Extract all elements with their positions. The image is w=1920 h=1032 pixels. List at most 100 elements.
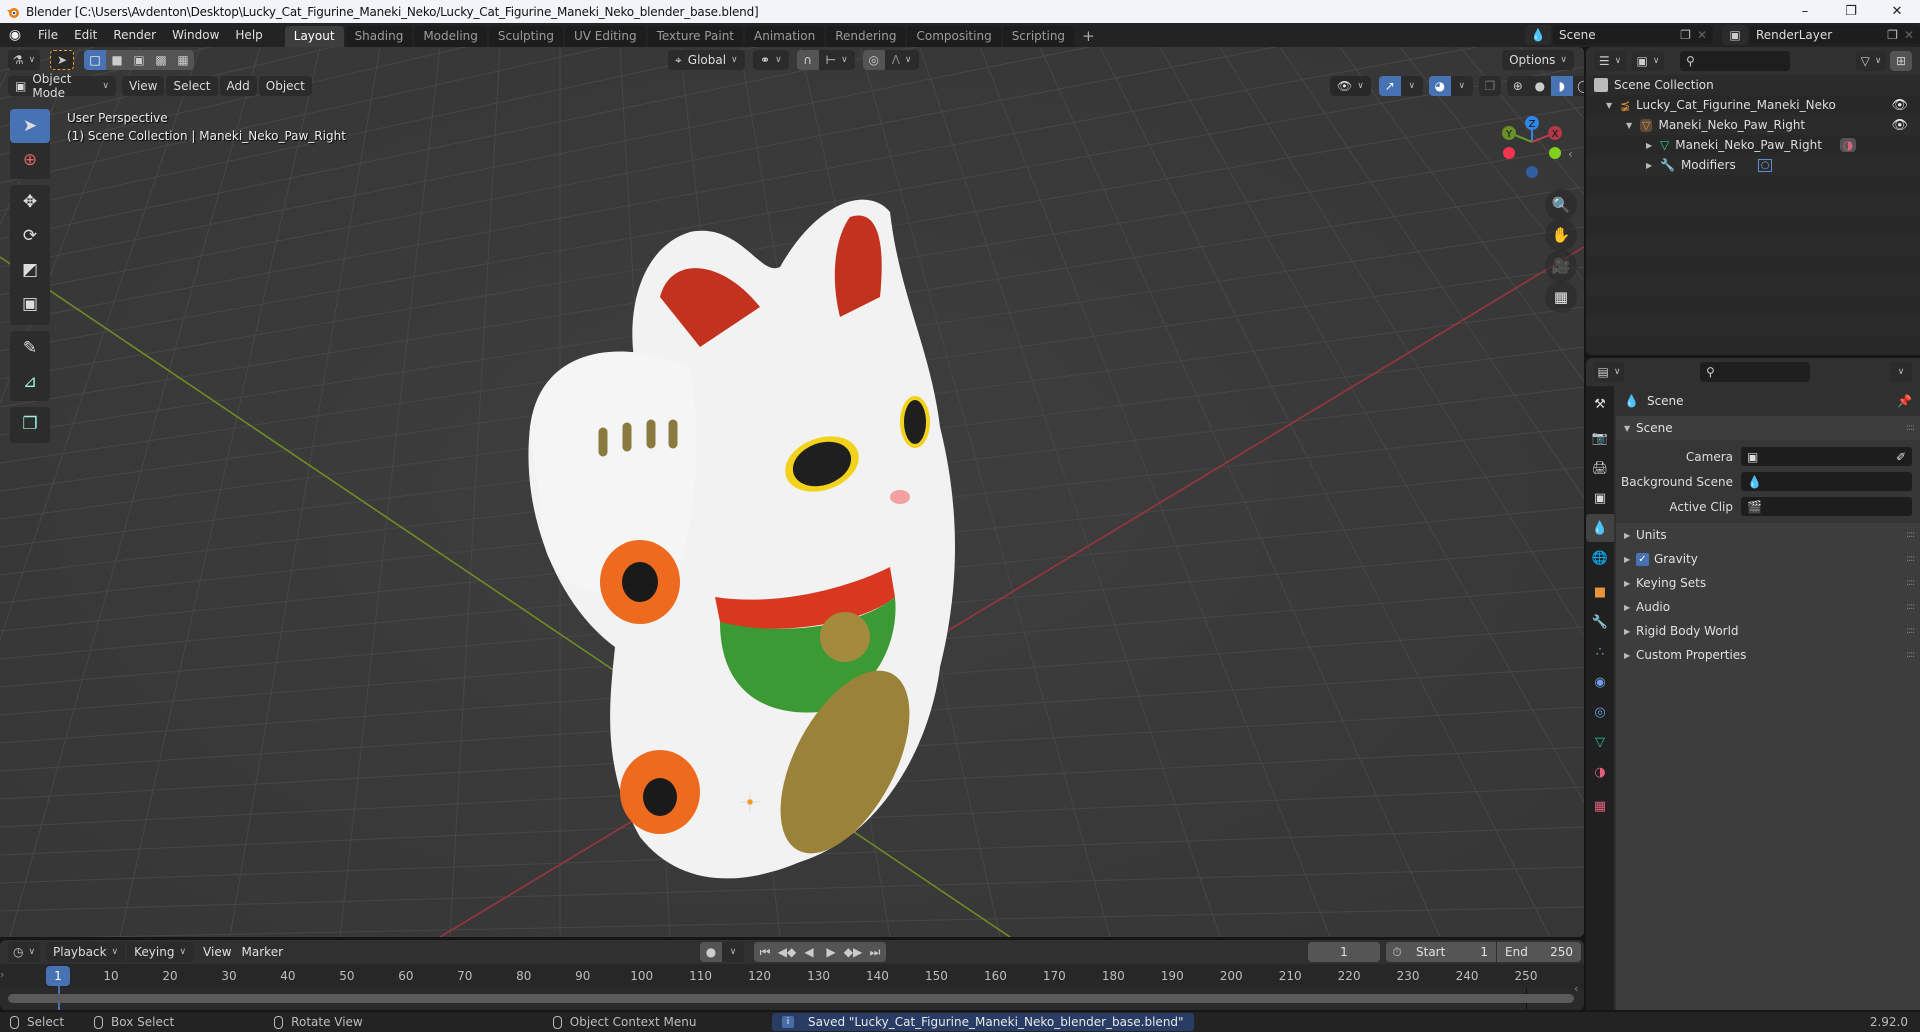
properties-options-dropdown[interactable]: ∨ (1890, 362, 1912, 382)
panel-custom-properties-header[interactable]: ▶ Custom Properties :::: (1616, 643, 1920, 667)
jump-prev-keyframe-icon[interactable]: ◀◆ (776, 942, 798, 962)
status-message[interactable]: i Saved "Lucky_Cat_Figurine_Maneki_Neko_… (772, 1013, 1194, 1031)
move-tool-icon[interactable]: ✥ (10, 185, 50, 219)
scale-tool-icon[interactable]: ◩ (10, 253, 50, 287)
select-box-tool-icon[interactable]: ➤ (10, 109, 50, 143)
menu-help[interactable]: Help (227, 23, 270, 47)
active-clip-field[interactable]: 🎬 (1741, 497, 1912, 516)
outliner-editor-type-icon[interactable]: ☰ ∨ (1594, 51, 1626, 71)
auto-keying-dropdown[interactable]: ∨ (722, 942, 744, 962)
tab-particles-icon[interactable]: ∴ (1586, 638, 1614, 666)
timeline-menu-marker[interactable]: Marker (240, 940, 291, 964)
shading-solid-icon[interactable]: ● (1528, 76, 1551, 96)
end-frame-field[interactable]: End 250 (1497, 942, 1581, 962)
gizmo-z-label[interactable]: Z (1529, 119, 1536, 130)
filter-dropdown[interactable]: ▽ ∨ (1856, 51, 1886, 71)
perspective-toggle-icon[interactable]: ▦ (1545, 281, 1577, 313)
pivot-point-dropdown[interactable]: ⚭ ∨ (753, 50, 789, 70)
new-view-layer-icon[interactable]: ❐ (1887, 28, 1898, 42)
expand-arrow-icon[interactable]: ▶ (1646, 161, 1658, 170)
gravity-checkbox[interactable]: ✓ (1636, 552, 1649, 566)
sidebar-toggle-icon[interactable]: ‹ (1568, 147, 1573, 161)
panel-audio-header[interactable]: ▶ Audio :::: (1616, 595, 1920, 619)
delete-view-layer-icon[interactable]: ✕ (1904, 28, 1914, 42)
menu-edit[interactable]: Edit (66, 23, 105, 47)
options-dropdown[interactable]: Options ∨ (1502, 50, 1574, 70)
modifier-icon[interactable]: ○ (1757, 158, 1773, 172)
menu-render[interactable]: Render (105, 23, 164, 47)
jump-start-icon[interactable]: ⏮ (754, 942, 776, 962)
jump-end-icon[interactable]: ⏭ (864, 942, 886, 962)
mode-extend-icon[interactable]: ■ (106, 50, 128, 70)
start-frame-field[interactable]: Start 1 (1408, 942, 1496, 962)
playback-dropdown[interactable]: Playback ∨ (46, 942, 126, 962)
expand-arrow-icon[interactable]: ▼ (1606, 101, 1618, 110)
tab-data-icon[interactable]: ▽ (1586, 728, 1614, 756)
rotate-tool-icon[interactable]: ⟳ (10, 219, 50, 253)
proportional-falloff-dropdown[interactable]: Λ ∨ (884, 50, 919, 70)
visibility-selectability-dropdown[interactable]: 👁 ∨ (1330, 76, 1371, 96)
menu-add[interactable]: Add (219, 76, 257, 96)
outliner-row[interactable]: ▶ 🔧 Modifiers ○ (1586, 155, 1920, 175)
material-icon[interactable]: ◑ (1839, 138, 1857, 152)
panel-units-header[interactable]: ▶ Units :::: (1616, 523, 1920, 547)
blender-menu-icon[interactable]: ◉ (0, 27, 30, 43)
pin-icon[interactable]: 📌 (1897, 394, 1912, 408)
outliner-row[interactable]: ▼ ⪵ Lucky_Cat_Figurine_Maneki_Neko 👁 (1586, 95, 1920, 115)
minimize-button[interactable]: – (1782, 4, 1828, 19)
playhead-label[interactable]: 1 (46, 966, 70, 986)
proportional-edit-icon[interactable]: ◎ (862, 50, 885, 70)
tab-texture-paint[interactable]: Texture Paint (647, 26, 743, 47)
transform-orientation-dropdown[interactable]: ⌖ Global ∨ (668, 50, 745, 70)
view-layer-browse-button[interactable]: ▣ (1722, 25, 1748, 45)
tab-modifiers-icon[interactable]: 🔧 (1586, 608, 1614, 636)
play-icon[interactable]: ▶ (820, 942, 842, 962)
tab-constraints-icon[interactable]: ◎ (1586, 698, 1614, 726)
zoom-view-icon[interactable]: 🔍 (1545, 189, 1577, 221)
editor-type-icon[interactable]: ⚗ ∨ (8, 50, 40, 70)
active-tool-select-icon[interactable]: ➤ (50, 50, 74, 70)
gizmo-dropdown[interactable]: ∨ (1400, 76, 1423, 96)
new-collection-icon[interactable]: ⊞ (1890, 51, 1912, 71)
outliner-row[interactable]: ▼ ▽ Maneki_Neko_Paw_Right 👁 (1586, 115, 1920, 135)
shading-rendered-icon[interactable]: ◯ (1572, 76, 1584, 96)
maximize-button[interactable]: ❐ (1828, 4, 1874, 19)
tab-texture-icon[interactable]: ▦ (1586, 792, 1614, 820)
annotate-tool-icon[interactable]: ✎ (10, 331, 50, 365)
camera-field[interactable]: ▣ ✐ (1741, 447, 1912, 466)
xray-toggle-icon[interactable]: ❐ (1478, 76, 1501, 96)
play-reverse-icon[interactable]: ◀ (798, 942, 820, 962)
outliner-row[interactable]: ▶ ▽ Maneki_Neko_Paw_Right ◑ (1586, 135, 1920, 155)
timeline-menu-view[interactable]: View (195, 940, 239, 964)
panel-grip-icon[interactable]: :::: (1906, 578, 1915, 588)
current-frame-field[interactable]: 1 (1308, 942, 1380, 962)
outliner-search-input[interactable]: ⚲ (1680, 51, 1790, 71)
panel-keying-sets-header[interactable]: ▶ Keying Sets :::: (1616, 571, 1920, 595)
properties-editor-type-icon[interactable]: ▤ ∨ (1594, 362, 1624, 382)
tab-rendering[interactable]: Rendering (826, 26, 906, 47)
navigation-gizmo[interactable]: Z Y X (1490, 109, 1570, 189)
menu-view[interactable]: View (122, 76, 165, 96)
eyedropper-icon[interactable]: ✐ (1896, 450, 1906, 464)
cursor-tool-icon[interactable]: ⊕ (10, 143, 50, 177)
menu-window[interactable]: Window (164, 23, 227, 47)
menu-object[interactable]: Object (258, 76, 312, 96)
tab-layout[interactable]: Layout (284, 26, 344, 47)
scene-selector[interactable]: Scene ❐ ✕ (1553, 25, 1713, 45)
timeline-editor-type-icon[interactable]: ◷ ∨ (8, 942, 40, 962)
jump-next-keyframe-icon[interactable]: ◆▶ (842, 942, 864, 962)
add-cube-tool-icon[interactable]: ❐ (10, 407, 50, 441)
panel-rigid-body-world-header[interactable]: ▶ Rigid Body World :::: (1616, 619, 1920, 643)
expand-arrow-icon[interactable]: ▼ (1626, 121, 1638, 130)
mode-dropdown[interactable]: ▣ Object Mode ∨ (8, 72, 116, 100)
tab-scripting[interactable]: Scripting (1002, 26, 1075, 47)
tab-object-icon[interactable]: ■ (1586, 578, 1614, 606)
tab-compositing[interactable]: Compositing (907, 26, 1001, 47)
add-workspace-button[interactable]: + (1076, 26, 1101, 47)
auto-keying-toggle-icon[interactable]: ● (700, 942, 722, 962)
panel-grip-icon[interactable]: :::: (1906, 423, 1915, 433)
panel-scene-header[interactable]: ▼ Scene :::: (1616, 416, 1920, 440)
panel-grip-icon[interactable]: :::: (1906, 650, 1915, 660)
mode-set-icon[interactable]: □ (84, 50, 106, 70)
mode-subtract-icon[interactable]: ▣ (128, 50, 150, 70)
